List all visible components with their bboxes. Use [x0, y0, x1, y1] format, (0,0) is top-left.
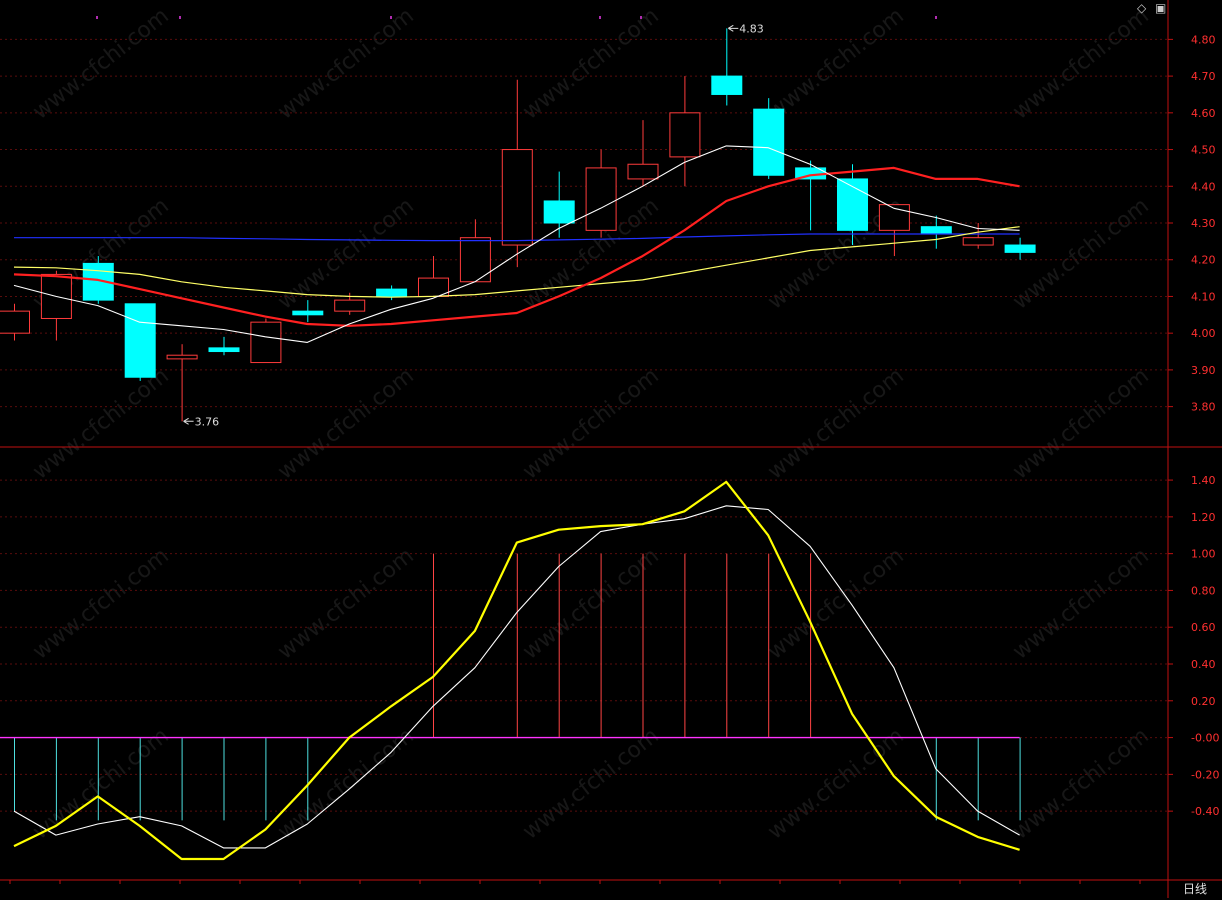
watermark-text: www.cfchi.com: [28, 543, 173, 664]
watermark-text: www.cfchi.com: [1008, 363, 1153, 484]
price-annotation: 4.83: [739, 22, 764, 35]
candle-body[interactable]: [753, 108, 785, 176]
y-tick-label: 4.80: [1191, 33, 1216, 46]
watermark-text: www.cfchi.com: [273, 363, 418, 484]
candle-body[interactable]: [1004, 244, 1036, 253]
y-tick-label: 3.80: [1191, 401, 1216, 414]
watermark-text: www.cfchi.com: [518, 3, 663, 124]
period-label[interactable]: 日线: [1183, 882, 1207, 896]
y-tick-label: 4.70: [1191, 70, 1216, 83]
y-tick-label: 1.20: [1191, 511, 1216, 524]
watermark-text: www.cfchi.com: [273, 543, 418, 664]
candle-body[interactable]: [334, 299, 366, 312]
event-marker: [640, 16, 642, 19]
watermark-text: www.cfchi.com: [273, 3, 418, 124]
y-tick-label: 4.20: [1191, 254, 1216, 267]
y-axis-labels: 4.80 4.70 4.60 4.50 4.40 4.30 4.20 4.10 4.00 3.90…: [1168, 33, 1219, 818]
y-tick-label: -0.00: [1191, 732, 1219, 745]
y-tick-label: 4.40: [1191, 180, 1216, 193]
y-tick-label: 4.30: [1191, 217, 1216, 230]
y-tick-label: -0.20: [1191, 768, 1219, 781]
y-tick-label: 1.40: [1191, 474, 1216, 487]
event-marker: [935, 16, 937, 19]
annotation-arrow: [728, 24, 739, 32]
candle-body[interactable]: [627, 163, 659, 180]
y-tick-label: 4.10: [1191, 290, 1216, 303]
candle-body[interactable]: [711, 75, 743, 95]
candle-body[interactable]: [292, 310, 324, 316]
candle-body[interactable]: [585, 167, 617, 231]
candle-body[interactable]: [0, 310, 30, 334]
event-marker: [390, 16, 392, 19]
y-tick-label: 3.90: [1191, 364, 1216, 377]
event-marker: [179, 16, 181, 19]
watermark-text: www.cfchi.com: [763, 3, 908, 124]
price-annotation: 3.76: [195, 415, 220, 428]
price-annotations: 4.83 3.76: [183, 22, 764, 428]
event-marker: [96, 16, 98, 19]
watermark-text: www.cfchi.com: [28, 3, 173, 124]
y-tick-label: 0.40: [1191, 658, 1216, 671]
event-marker: [599, 16, 601, 19]
y-tick-label: 4.50: [1191, 144, 1216, 157]
candle-body[interactable]: [376, 288, 408, 297]
candle-body[interactable]: [124, 303, 156, 378]
candle-body[interactable]: [501, 149, 533, 246]
watermark-text: www.cfchi.com: [1008, 723, 1153, 844]
y-tick-label: 4.00: [1191, 327, 1216, 340]
candle-body[interactable]: [962, 237, 994, 246]
candle-body[interactable]: [669, 112, 701, 158]
watermark-text: www.cfchi.com: [518, 723, 663, 844]
y-tick-label: 4.60: [1191, 107, 1216, 120]
candle-body[interactable]: [250, 321, 282, 364]
diamond-icon[interactable]: ◇: [1137, 2, 1146, 14]
watermark-text: www.cfchi.com: [518, 543, 663, 664]
watermark-text: www.cfchi.com: [1008, 3, 1153, 124]
y-tick-label: 0.60: [1191, 621, 1216, 634]
y-tick-label: -0.40: [1191, 805, 1219, 818]
watermark-text: www.cfchi.com: [763, 543, 908, 664]
annotation-arrow: [183, 417, 194, 425]
watermark-text: www.cfchi.com: [763, 363, 908, 484]
window-icon[interactable]: ▣: [1155, 2, 1166, 14]
watermark-text: www.cfchi.com: [1008, 543, 1153, 664]
y-tick-label: 0.80: [1191, 584, 1216, 597]
candle-body[interactable]: [543, 200, 575, 224]
candle-body[interactable]: [208, 347, 240, 353]
watermark-text: www.cfchi.com: [763, 723, 908, 844]
candle-body[interactable]: [166, 354, 198, 360]
stock-chart[interactable]: www.cfchi.com www.cfchi.com www.cfchi.com w…: [0, 0, 1222, 900]
candle-body[interactable]: [920, 226, 952, 235]
watermark-text: www.cfchi.com: [28, 723, 173, 844]
y-tick-label: 0.20: [1191, 695, 1216, 708]
watermark-text: www.cfchi.com: [518, 363, 663, 484]
watermark-text: www.cfchi.com: [28, 363, 173, 484]
y-tick-label: 1.00: [1191, 548, 1216, 561]
